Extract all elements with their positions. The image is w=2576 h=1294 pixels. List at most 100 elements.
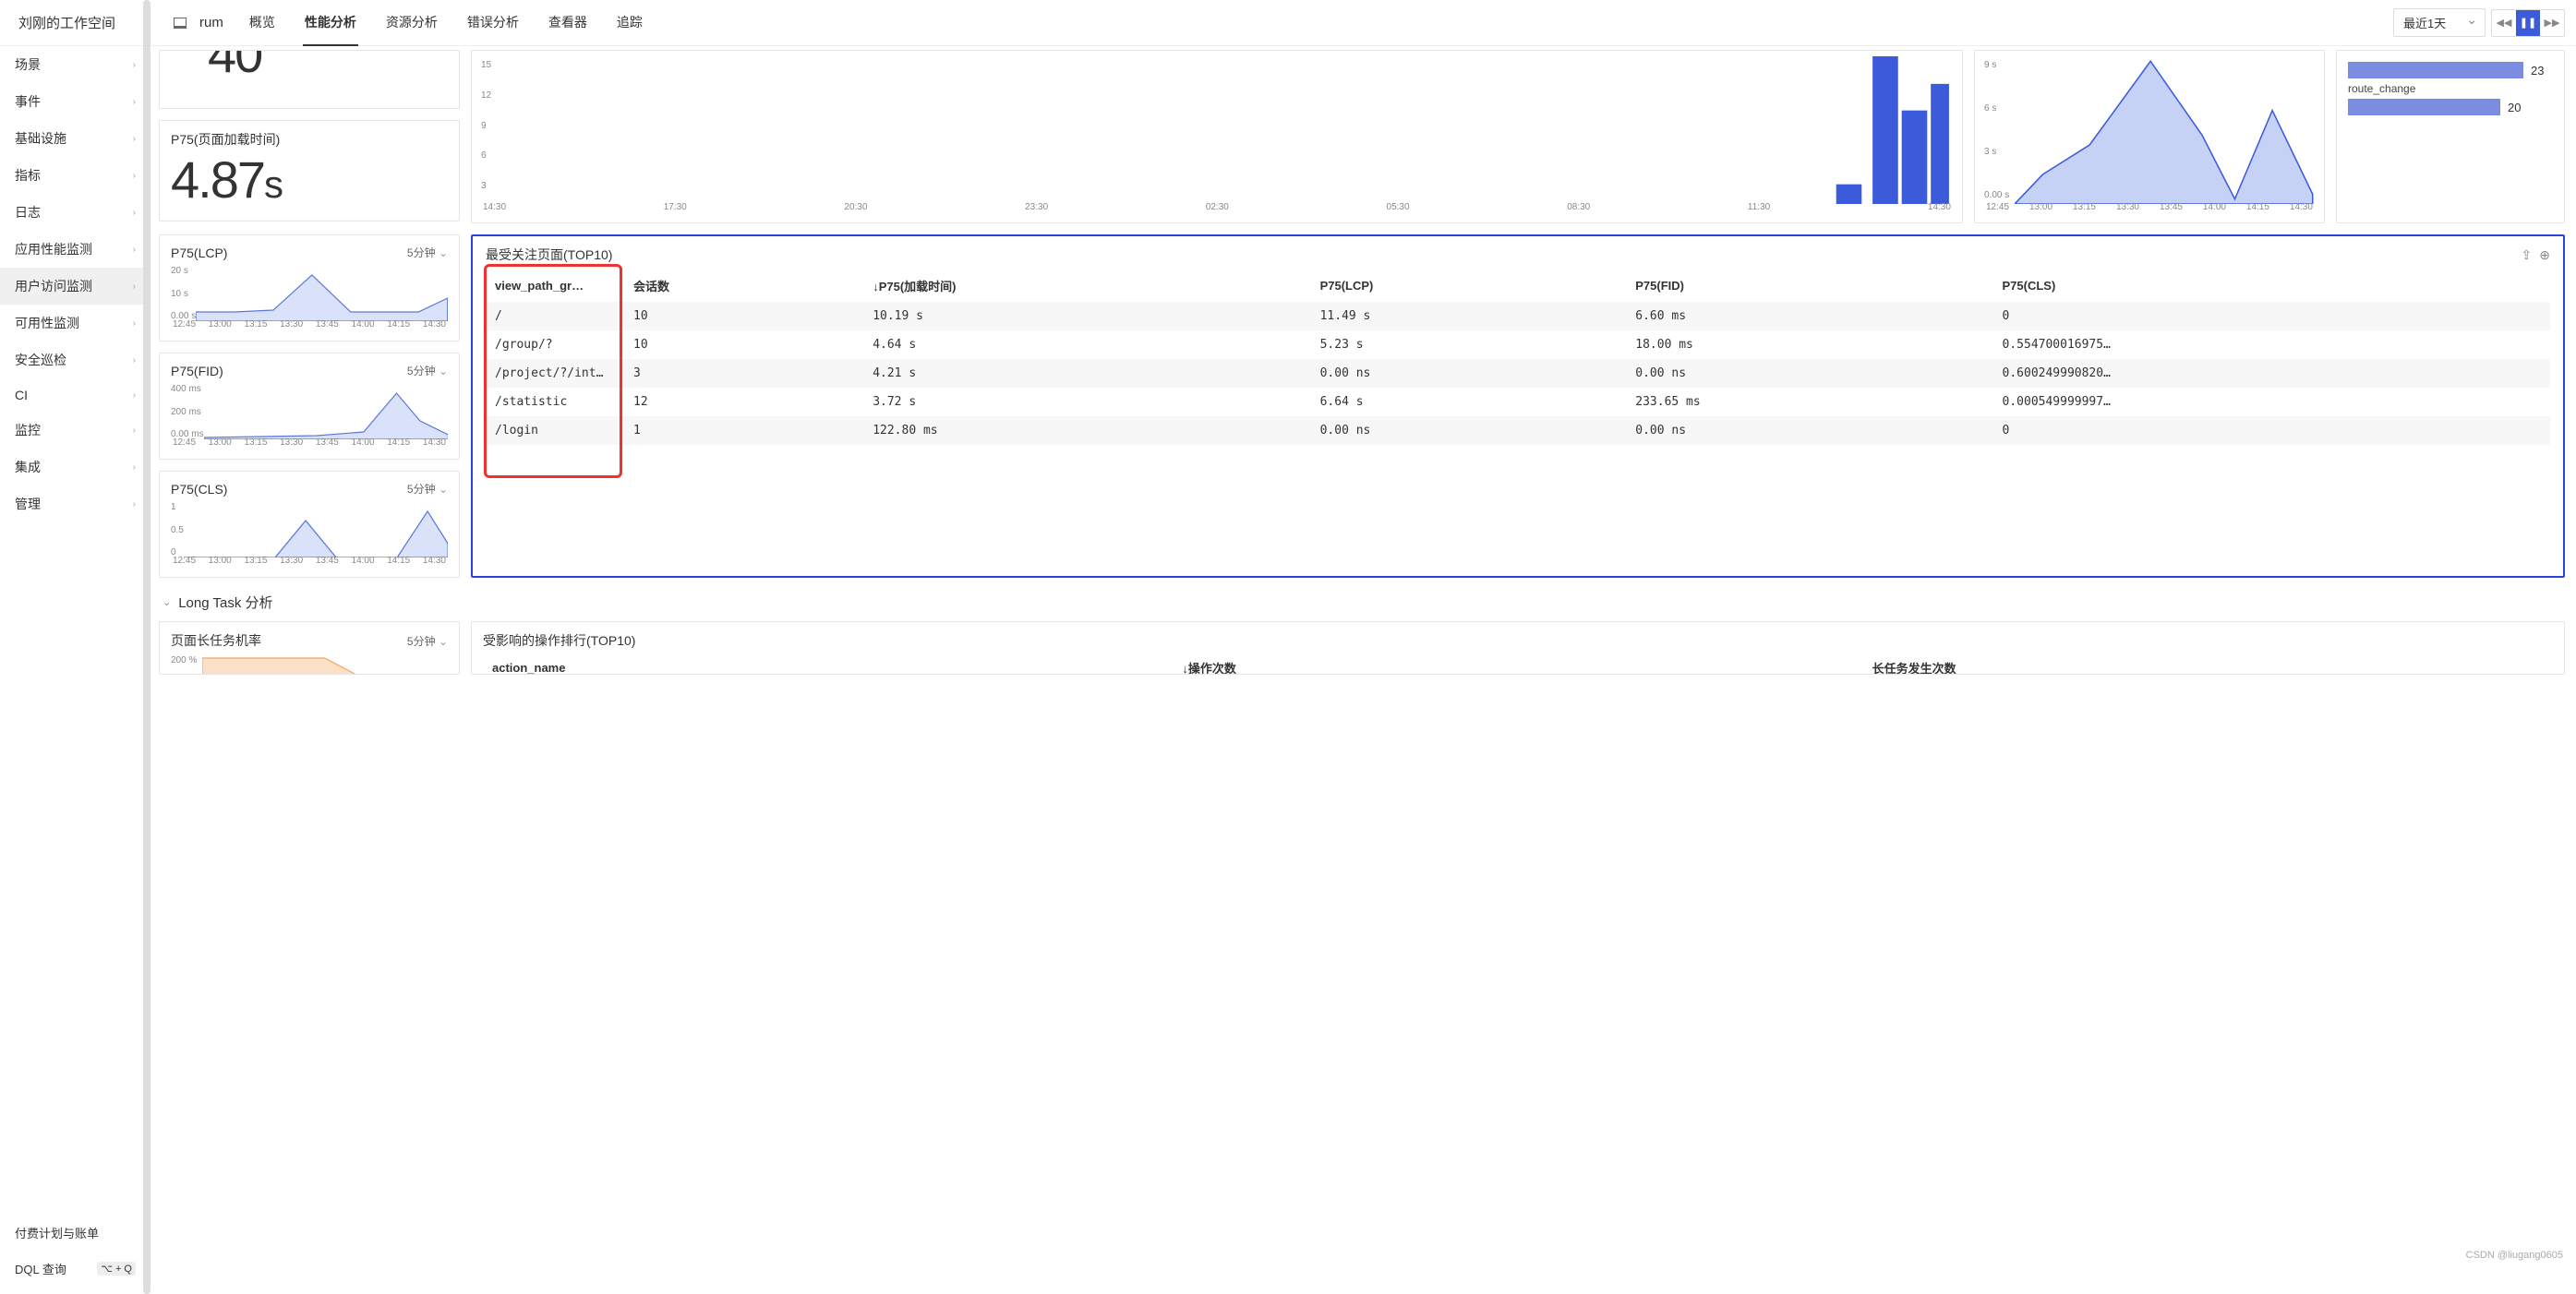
tab-1[interactable]: 性能分析: [303, 0, 358, 46]
sidebar-dql[interactable]: DQL 查询 ⌥ + Q: [0, 1251, 147, 1287]
table-cell: 0.00 ns: [1311, 416, 1627, 445]
y-tick: 15: [481, 60, 491, 70]
time-range-select[interactable]: 最近1天: [2393, 8, 2486, 37]
forward-button[interactable]: ▶▶: [2540, 10, 2564, 36]
cls-interval[interactable]: 5分钟: [407, 481, 448, 497]
x-tick: 13:00: [209, 437, 232, 448]
table-row[interactable]: /1010.19 s11.49 s6.60 ms0: [486, 302, 2550, 330]
x-tick: 13:45: [316, 556, 339, 566]
col-header[interactable]: P75(CLS): [1993, 270, 2550, 302]
col-header[interactable]: ↓操作次数: [1173, 652, 1862, 675]
x-tick: 13:30: [280, 437, 303, 448]
tab-0[interactable]: 概览: [247, 0, 277, 46]
sidebar-item-2[interactable]: 基础设施›: [0, 120, 147, 157]
lcp-interval[interactable]: 5分钟: [407, 245, 448, 260]
tab-5[interactable]: 追踪: [615, 0, 644, 46]
sidebar: 场景›事件›基础设施›指标›日志›应用性能监测›用户访问监测›可用性监测›安全巡…: [0, 0, 148, 1294]
tab-3[interactable]: 错误分析: [465, 0, 521, 46]
y-tick: 20 s: [171, 266, 196, 276]
section-long-task[interactable]: ⌄ Long Task 分析: [163, 593, 2565, 612]
table-cell: 0.00 ns: [1626, 416, 1992, 445]
col-header[interactable]: P75(LCP): [1311, 270, 1627, 302]
rum-icon: [174, 18, 187, 29]
sidebar-item-11[interactable]: 集成›: [0, 449, 147, 485]
x-tick: 13:30: [280, 319, 303, 329]
x-tick: 12:45: [173, 437, 196, 448]
card-fid: P75(FID)5分钟 400 ms 200 ms 0.00 ms 12:: [159, 353, 460, 460]
sidebar-item-9[interactable]: CI›: [0, 378, 147, 412]
y-tick: 3: [481, 181, 491, 191]
table-cell: 0.00 ns: [1626, 359, 1992, 388]
sidebar-item-7[interactable]: 可用性监测›: [0, 305, 147, 341]
x-tick: 14:15: [387, 319, 410, 329]
export-icon[interactable]: ⇪: [2522, 247, 2533, 263]
x-tick: 05:30: [1387, 202, 1410, 212]
sidebar-item-4[interactable]: 日志›: [0, 194, 147, 231]
x-tick: 13:15: [2073, 202, 2096, 212]
x-tick: 12:45: [1986, 202, 2009, 212]
expand-icon[interactable]: ⊕: [2539, 247, 2550, 263]
x-tick: 13:15: [244, 556, 267, 566]
x-tick: 14:30: [2290, 202, 2313, 212]
tab-2[interactable]: 资源分析: [384, 0, 439, 46]
rewind-button[interactable]: ◀◀: [2492, 10, 2516, 36]
col-header[interactable]: action_name: [483, 652, 1173, 675]
table-row[interactable]: /group/?104.64 s5.23 s18.00 ms0.55470001…: [486, 330, 2550, 359]
chevron-right-icon: ›: [133, 390, 136, 401]
longtask-rate-title: 页面长任务机率: [171, 631, 261, 650]
sidebar-item-label: 安全巡检: [15, 351, 66, 369]
table-row[interactable]: /project/?/int…34.21 s0.00 ns0.00 ns0.60…: [486, 359, 2550, 388]
col-header[interactable]: view_path_gr…: [486, 270, 624, 302]
top-pages-table: view_path_gr…会话数↓P75(加载时间)P75(LCP)P75(FI…: [486, 270, 2550, 445]
table-cell: 10: [624, 302, 863, 330]
y-tick: 0.5: [171, 525, 184, 535]
sidebar-item-label: 管理: [15, 495, 41, 513]
sidebar-item-3[interactable]: 指标›: [0, 157, 147, 194]
col-header[interactable]: 会话数: [624, 270, 863, 302]
table-row[interactable]: /login1122.80 ms0.00 ns0.00 ns0: [486, 416, 2550, 445]
x-tick: 13:45: [316, 319, 339, 329]
x-tick: 13:45: [2160, 202, 2183, 212]
col-header[interactable]: 长任务发生次数: [1863, 652, 2553, 675]
x-tick: 02:30: [1206, 202, 1229, 212]
x-tick: 14:30: [1928, 202, 1951, 212]
pause-button[interactable]: ❚❚: [2516, 10, 2540, 36]
sidebar-item-1[interactable]: 事件›: [0, 83, 147, 120]
table-cell: 1: [624, 416, 863, 445]
lcp-title: P75(LCP): [171, 246, 227, 260]
sidebar-item-10[interactable]: 监控›: [0, 412, 147, 449]
chevron-right-icon: ›: [133, 97, 136, 107]
col-header[interactable]: ↓P75(加载时间): [863, 270, 1310, 302]
fid-interval[interactable]: 5分钟: [407, 363, 448, 378]
sidebar-item-label: 监控: [15, 421, 41, 439]
sidebar-dql-label: DQL 查询: [15, 1260, 66, 1277]
sidebar-billing[interactable]: 付费计划与账单: [0, 1215, 147, 1251]
x-tick: 12:45: [173, 319, 196, 329]
sidebar-item-5[interactable]: 应用性能监测›: [0, 231, 147, 268]
sidebar-scrollbar[interactable]: [143, 0, 150, 1294]
y-tick: 6: [481, 150, 491, 161]
sidebar-item-8[interactable]: 安全巡检›: [0, 341, 147, 378]
sidebar-item-12[interactable]: 管理›: [0, 485, 147, 522]
table-cell: 4.64 s: [863, 330, 1310, 359]
longtask-interval[interactable]: 5分钟: [407, 633, 448, 649]
x-tick: 08:30: [1567, 202, 1590, 212]
p75-load-unit: s: [264, 162, 282, 206]
sidebar-item-6[interactable]: 用户访问监测›: [0, 268, 147, 305]
table-cell: 10: [624, 330, 863, 359]
col-header[interactable]: P75(FID): [1626, 270, 1992, 302]
tab-4[interactable]: 查看器: [547, 0, 589, 46]
dql-shortcut: ⌥ + Q: [97, 1262, 136, 1276]
y-tick: 3 s: [1984, 147, 2009, 157]
workspace-name: 刘刚的工作空间: [18, 13, 115, 32]
x-tick: 20:30: [844, 202, 867, 212]
x-tick: 14:00: [352, 556, 375, 566]
x-tick: 13:30: [2116, 202, 2139, 212]
table-row[interactable]: /statistic123.72 s6.64 s233.65 ms0.00054…: [486, 388, 2550, 416]
sidebar-item-0[interactable]: 场景›: [0, 46, 147, 83]
x-tick: 13:00: [209, 319, 232, 329]
table-cell: 6.64 s: [1311, 388, 1627, 416]
chevron-right-icon: ›: [133, 208, 136, 218]
table-cell: 4.21 s: [863, 359, 1310, 388]
table-cell: 0: [1993, 416, 2550, 445]
